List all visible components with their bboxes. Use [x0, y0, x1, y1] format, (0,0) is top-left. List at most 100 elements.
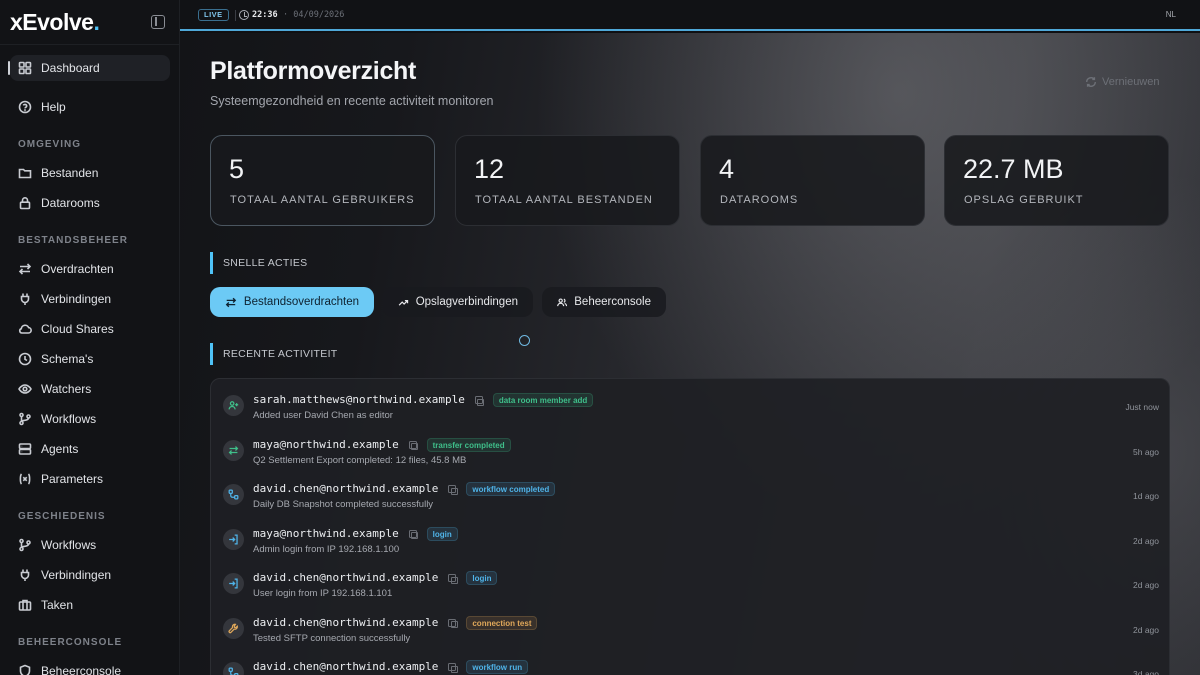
sidebar-item-schemas[interactable]: Schema's	[10, 346, 170, 372]
dashboard-icon	[18, 61, 32, 75]
stat-card-datarooms[interactable]: 4 DATAROOMS	[700, 135, 925, 226]
workflow-icon	[228, 667, 239, 675]
sidebar-item-verbindingen[interactable]: Verbindingen	[10, 286, 170, 312]
refresh-button[interactable]: Vernieuwen	[1085, 76, 1160, 88]
action-label: Beheerconsole	[574, 296, 651, 308]
sidebar-item-workflows[interactable]: Workflows	[10, 406, 170, 432]
sidebar-item-datarooms[interactable]: Datarooms	[10, 190, 170, 216]
sidebar-item-label: Workflows	[41, 412, 97, 426]
top-bar-separator	[235, 10, 236, 21]
activity-description: User login from IP 192.168.1.101	[253, 588, 393, 599]
variable-icon	[18, 472, 32, 486]
sidebar-item-label: Taken	[41, 598, 74, 612]
shield-icon	[18, 664, 32, 675]
language-switch[interactable]: NL	[1166, 10, 1176, 19]
sidebar-item-label: Bestanden	[41, 166, 99, 180]
branch-icon	[18, 412, 32, 426]
loading-spinner	[519, 335, 530, 346]
trending-up-icon	[398, 299, 409, 306]
activity-time: 2d ago	[1133, 535, 1159, 546]
sidebar: xEvolve. Dashboard Help OMGEVING Bestand…	[0, 0, 180, 675]
activity-time: 3d ago	[1133, 669, 1159, 675]
sidebar-item-agents[interactable]: Agents	[10, 436, 170, 462]
activity-row[interactable]: david.chen@northwind.example connection t…	[211, 608, 1169, 653]
stat-value: 4	[719, 154, 735, 184]
quick-actions-heading: SNELLE ACTIES	[210, 252, 307, 274]
section-label-geschiedenis: GESCHIEDENIS	[18, 511, 106, 522]
copy-icon[interactable]	[448, 663, 458, 673]
storage-connections-button[interactable]: Opslagverbindingen	[383, 287, 533, 317]
wrench-icon	[228, 623, 238, 633]
transfer-icon	[18, 262, 32, 276]
sidebar-item-history-workflows[interactable]: Workflows	[10, 532, 170, 558]
activity-user: david.chen@northwind.example	[253, 615, 439, 629]
recent-activity-heading: RECENTE ACTIVITEIT	[210, 343, 338, 365]
sidebar-item-dashboard[interactable]: Dashboard	[8, 55, 170, 81]
workflow-icon	[228, 489, 239, 500]
file-transfers-button[interactable]: Bestandsoverdrachten	[210, 287, 374, 317]
stat-value: 12	[474, 154, 505, 184]
live-badge: LIVE	[198, 9, 229, 21]
action-label: Bestandsoverdrachten	[243, 296, 359, 308]
brand-logo[interactable]: xEvolve.	[10, 9, 100, 36]
refresh-label: Vernieuwen	[1102, 76, 1160, 88]
activity-row[interactable]: maya@northwind.example transfer completed…	[211, 430, 1169, 475]
sidebar-item-label: Datarooms	[41, 196, 100, 210]
stat-card-files[interactable]: 12 TOTAAL AANTAL BESTANDEN	[455, 135, 680, 226]
sidebar-item-label: Cloud Shares	[41, 322, 114, 336]
activity-time: 5h ago	[1133, 446, 1159, 457]
activity-icon	[223, 662, 244, 675]
transfer-icon	[225, 297, 237, 307]
activity-icon	[223, 395, 244, 416]
sidebar-item-taken[interactable]: Taken	[10, 592, 170, 618]
top-bar: LIVE 22:36 · 04/09/2026 NL	[180, 0, 1200, 31]
activity-row[interactable]: david.chen@northwind.example workflow com…	[211, 474, 1169, 519]
copy-icon[interactable]	[448, 574, 458, 584]
activity-badge: workflow run	[466, 660, 529, 674]
sidebar-item-parameters[interactable]: Parameters	[10, 466, 170, 492]
copy-icon[interactable]	[448, 485, 458, 495]
sidebar-item-help[interactable]: Help	[10, 94, 170, 120]
stat-label: TOTAAL AANTAL GEBRUIKERS	[230, 194, 415, 206]
activity-time: 2d ago	[1133, 624, 1159, 635]
activity-row[interactable]: maya@northwind.example login Admin login f…	[211, 519, 1169, 564]
main-content: Platformoverzicht Systeemgezondheid en r…	[180, 33, 1200, 675]
sidebar-item-label: Help	[41, 100, 66, 114]
activity-description: Admin login from IP 192.168.1.100	[253, 543, 400, 555]
sidebar-item-beheerconsole[interactable]: Beheerconsole	[10, 658, 170, 675]
sidebar-item-watchers[interactable]: Watchers	[10, 376, 170, 402]
user-plus-icon	[228, 401, 239, 410]
activity-row[interactable]: sarah.matthews@northwind.example data roo…	[211, 385, 1169, 430]
copy-icon[interactable]	[474, 396, 485, 406]
help-icon	[18, 100, 32, 114]
activity-description: Daily DB Snapshot completed successfully	[253, 499, 434, 510]
stat-card-storage[interactable]: 22.7 MB OPSLAG GEBRUIKT	[944, 135, 1169, 226]
stat-label: OPSLAG GEBRUIKT	[964, 194, 1084, 206]
sidebar-item-label: Schema's	[41, 352, 94, 366]
activity-row[interactable]: david.chen@northwind.example workflow run…	[211, 652, 1169, 675]
folder-icon	[18, 166, 32, 180]
sidebar-item-history-verbindingen[interactable]: Verbindingen	[10, 562, 170, 588]
sidebar-item-overdrachten[interactable]: Overdrachten	[10, 256, 170, 282]
sidebar-item-label: Watchers	[41, 382, 92, 396]
plug-icon	[18, 568, 32, 582]
activity-row[interactable]: david.chen@northwind.example login User lo…	[211, 563, 1169, 608]
activity-time: Just now	[1125, 402, 1159, 412]
activity-time: 2d ago	[1133, 580, 1159, 590]
sidebar-item-label: Workflows	[41, 538, 97, 552]
collapse-sidebar-icon[interactable]	[151, 15, 165, 29]
cloud-icon	[18, 322, 32, 336]
activity-user: david.chen@northwind.example	[253, 660, 439, 673]
login-icon	[229, 578, 238, 589]
copy-icon[interactable]	[408, 440, 419, 450]
stat-card-users[interactable]: 5 TOTAAL AANTAL GEBRUIKERS	[210, 135, 435, 226]
sidebar-item-bestanden[interactable]: Bestanden	[10, 160, 170, 186]
section-label-beheerconsole: BEHEERCONSOLE	[18, 637, 123, 648]
copy-icon[interactable]	[408, 529, 419, 539]
copy-icon[interactable]	[448, 618, 458, 628]
sidebar-item-label: Dashboard	[41, 61, 100, 75]
branch-icon	[18, 538, 32, 552]
admin-console-button[interactable]: Beheerconsole	[542, 287, 666, 317]
activity-user: david.chen@northwind.example	[253, 482, 439, 495]
sidebar-item-cloud-shares[interactable]: Cloud Shares	[10, 316, 170, 342]
